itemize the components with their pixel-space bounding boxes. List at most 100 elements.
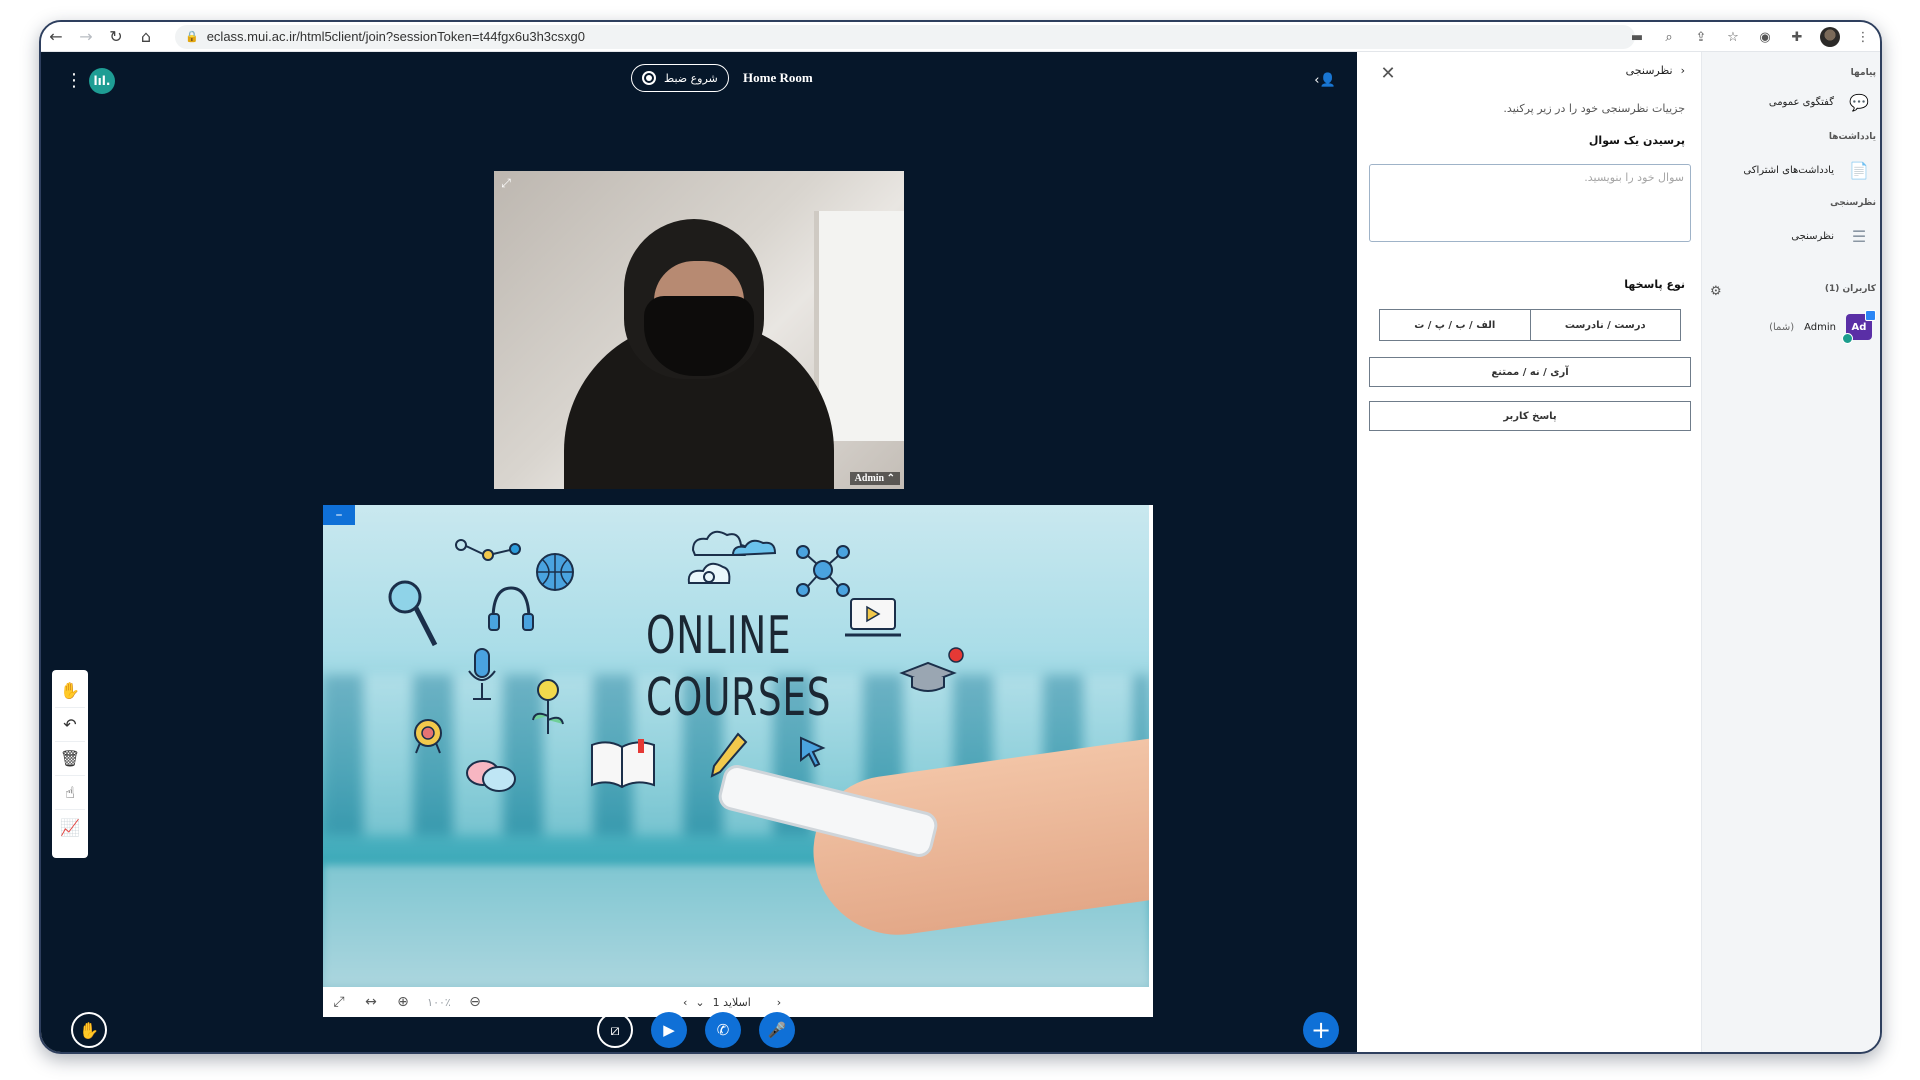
minimize-presentation-button[interactable]: – [323, 505, 355, 525]
share-icon[interactable]: ⇪ [1692, 28, 1710, 46]
chat-bubbles-doodle-icon [466, 760, 516, 792]
poll-list-icon: ☰ [1851, 226, 1867, 246]
media-controls: ⧄ ▶ ✆ 🎤 [597, 1012, 795, 1048]
polling-item[interactable]: نظرسنجی ☰ [1712, 218, 1872, 254]
lock-icon: 🔒 [185, 31, 199, 43]
reload-icon[interactable]: ↻ [101, 22, 131, 52]
yes-no-abstain-option-button[interactable]: آری / نه / ممتنع [1369, 357, 1691, 387]
extensions-puzzle-icon[interactable]: ✚ [1788, 28, 1806, 46]
previous-slide-icon[interactable]: ‹ [683, 996, 687, 1009]
webcam-user-name[interactable]: Admin ⌃ [849, 472, 900, 485]
close-icon[interactable]: ✕ [1377, 62, 1399, 84]
bookmark-star-icon[interactable]: ☆ [1724, 28, 1742, 46]
voice-status-icon [1842, 333, 1853, 344]
presentation-area: ONLINE COURSES – ⤢ ↔ ⊕ ۱۰۰٪ ⊖ ‹ ⌄ اسلاید… [323, 505, 1153, 1017]
zoom-out-icon[interactable]: ⊖ [459, 987, 491, 1017]
app-logo[interactable]: lıl. [89, 68, 115, 94]
polling-item-label: نظرسنجی [1791, 230, 1834, 242]
globe-doodle-icon [536, 553, 574, 591]
slide-title-line1: ONLINE [646, 606, 792, 666]
zoom-value: ۱۰۰٪ [427, 995, 451, 1009]
notes-document-icon: 📄 [1849, 160, 1869, 180]
zoom-in-icon[interactable]: ⊕ [387, 987, 419, 1017]
poll-back-button[interactable]: نظرسنجی › [1626, 64, 1685, 77]
browser-actions: ▬ ⌕ ⇪ ☆ ◉ ✚ ⋮ [1628, 22, 1872, 52]
pan-hand-tool-icon[interactable]: ✋ [55, 674, 85, 708]
slide-image: ONLINE COURSES [323, 505, 1149, 987]
profile-avatar[interactable] [1820, 27, 1840, 47]
undo-icon[interactable]: ↶ [55, 708, 85, 742]
meeting-topbar: ⋮ lıl. شروع ضبط Home Room ‹👤 [41, 52, 1357, 112]
chevron-right-icon: › [1680, 64, 1685, 77]
forward-arrow-icon[interactable]: → [71, 22, 101, 52]
slide-selector[interactable]: اسلاید 1 [713, 996, 751, 1009]
avatar-initials: Ad [1851, 321, 1867, 333]
poll-back-label: نظرسنجی [1625, 64, 1673, 77]
video-window [814, 211, 904, 441]
next-slide-icon[interactable]: › [777, 996, 781, 1009]
public-chat-label: گفتگوی عمومی [1768, 96, 1834, 108]
share-network-doodle-icon [796, 545, 850, 597]
users-panel-toggle-icon[interactable]: ‹👤 [1313, 68, 1337, 92]
url-text: eclass.mui.ac.ir/html5client/join?sessio… [206, 29, 585, 44]
magnifier-doodle-icon [388, 580, 438, 647]
lightbulb-doodle-icon [532, 679, 564, 734]
browser-menu-icon[interactable]: ⋮ [1854, 28, 1872, 46]
user-list-item[interactable]: (شما) Admin Ad [1712, 310, 1876, 344]
user-settings-gear-icon[interactable]: ⚙ [1710, 284, 1722, 299]
user-you-label: (شما) [1769, 321, 1795, 333]
slide-title-line2: COURSES [646, 668, 832, 728]
slide-select-chevron-icon[interactable]: ⌄ [695, 996, 704, 1009]
messages-section-title: پیامها [1850, 68, 1876, 78]
open-book-doodle-icon [591, 739, 655, 789]
leave-audio-phone-button[interactable]: ✆ [705, 1012, 741, 1048]
raise-hand-button[interactable]: ✋ [71, 1012, 107, 1048]
home-icon[interactable]: ⌂ [131, 22, 161, 52]
poll-panel: ✕ نظرسنجی › جزییات نظرسنجی خود را در زیر… [1357, 52, 1702, 1052]
video-laptop-doodle-icon [845, 598, 901, 637]
user-name: Admin [1804, 321, 1836, 333]
options-menu-icon[interactable]: ⋮ [65, 68, 83, 94]
extension-globe-icon[interactable]: ◉ [1756, 28, 1774, 46]
presenter-badge-icon [1865, 310, 1876, 321]
zoom-icon[interactable]: ⌕ [1660, 28, 1678, 46]
true-false-option-button[interactable]: درست / نادرست [1530, 309, 1681, 341]
response-types-label: نوع پاسخها [1624, 278, 1685, 291]
browser-toolbar: ← → ↻ ⌂ 🔒 eclass.mui.ac.ir/html5client/j… [41, 22, 1880, 52]
microphone-doodle-icon [468, 648, 496, 700]
fullscreen-icon[interactable]: ⤢ [498, 175, 514, 191]
user-response-option-button[interactable]: پاسخ کاربر [1369, 401, 1691, 431]
polling-section-title: نظرسنجی [1830, 198, 1876, 208]
camera-indicator-icon[interactable]: ▬ [1628, 28, 1646, 46]
browser-window: ← → ↻ ⌂ 🔒 eclass.mui.ac.ir/html5client/j… [39, 20, 1882, 1054]
multi-user-pointer-icon[interactable]: ☝ [55, 776, 85, 810]
poll-description: جزییات نظرسنجی خود را در زیر پرکنید. [1503, 102, 1685, 115]
microphone-button[interactable]: 🎤 [759, 1012, 795, 1048]
shared-notes-item[interactable]: یادداشت‌های اشتراکی 📄 [1712, 152, 1872, 188]
user-list-sidebar: پیامها گفتگوی عمومی 💬 یادداشت‌ها یادداشت… [1702, 52, 1880, 1052]
whiteboard-chart-icon[interactable]: 📈 [55, 810, 85, 844]
notes-section-title: یادداشت‌ها [1828, 132, 1876, 142]
address-bar[interactable]: 🔒 eclass.mui.ac.ir/html5client/join?sess… [175, 24, 1635, 49]
screen-share-button[interactable]: ⧄ [597, 1012, 633, 1048]
webcam-video[interactable]: ⤢ Admin ⌃ [494, 171, 904, 489]
back-arrow-icon[interactable]: ← [41, 22, 71, 52]
start-recording-button[interactable]: شروع ضبط [631, 64, 729, 92]
fit-width-icon[interactable]: ↔ [355, 987, 387, 1017]
abcd-option-button[interactable]: الف / ب / پ / ت [1379, 309, 1531, 341]
whiteboard-toolbar: ✋ ↶ 🗑 ☝ 📈 [52, 670, 88, 858]
user-avatar: Ad [1842, 310, 1876, 344]
clear-trash-icon[interactable]: 🗑 [55, 742, 85, 776]
actions-plus-button[interactable]: + [1303, 1012, 1339, 1048]
response-type-row: الف / ب / پ / ت درست / نادرست [1379, 309, 1681, 341]
webcam-button[interactable]: ▶ [651, 1012, 687, 1048]
fullscreen-icon[interactable]: ⤢ [323, 987, 355, 1017]
meeting-area: ⋮ lıl. شروع ضبط Home Room ‹👤 ⤢ Admin ⌃ O… [41, 52, 1357, 1052]
cursor-arrow-doodle-icon [800, 736, 826, 768]
network-doodle-icon [455, 539, 521, 561]
question-input[interactable] [1369, 164, 1691, 242]
chat-bubbles-icon: 💬 [1849, 92, 1869, 112]
record-icon [642, 71, 656, 85]
public-chat-item[interactable]: گفتگوی عمومی 💬 [1712, 84, 1872, 120]
room-title: Home Room [743, 70, 813, 85]
